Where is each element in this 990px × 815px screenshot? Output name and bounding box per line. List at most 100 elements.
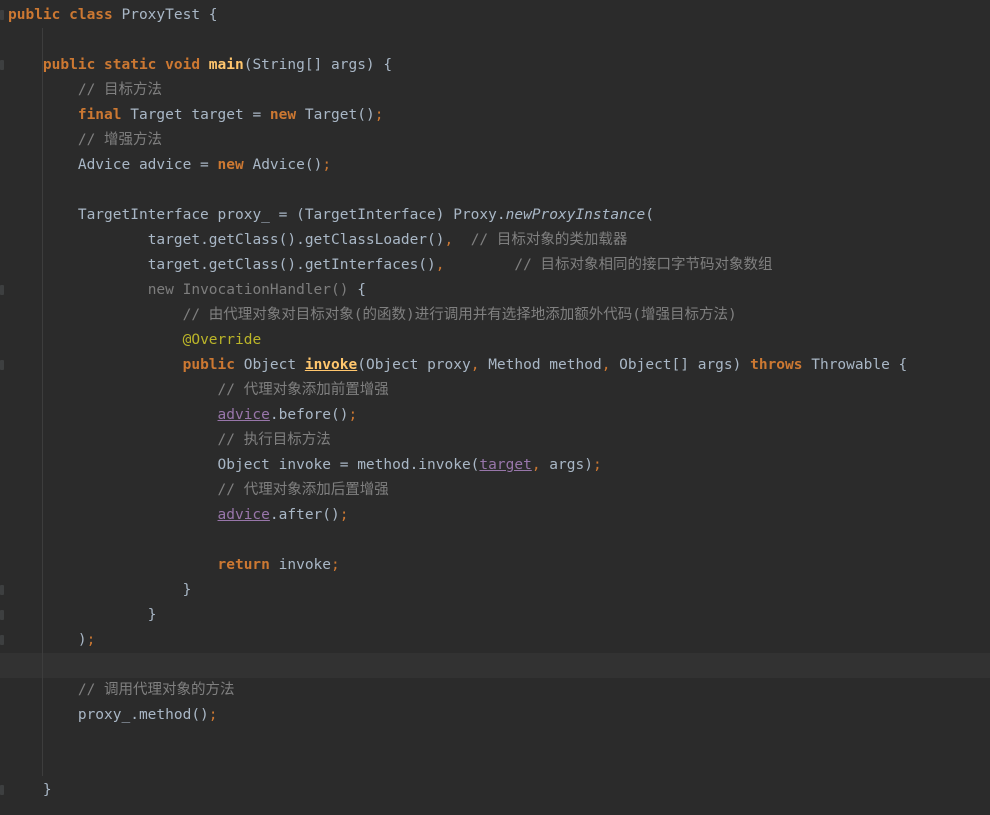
code-line[interactable]: Object invoke = method.invoke(target, ar…	[8, 453, 990, 478]
code-token-com: // 调用代理对象的方法	[77, 682, 235, 698]
code-line[interactable]: // 调用代理对象的方法	[8, 678, 990, 703]
code-line[interactable]: public class ProxyTest {	[8, 3, 990, 28]
code-token-def: Target target =	[121, 107, 270, 123]
code-token-def	[445, 257, 515, 273]
code-token-def: }	[182, 582, 192, 598]
code-line[interactable]: // 代理对象添加前置增强	[8, 378, 990, 403]
code-token-com: // 代理对象添加前置增强	[217, 382, 389, 398]
code-token-semi: ;	[208, 707, 218, 723]
code-token-def: }	[42, 782, 52, 798]
code-line[interactable]: return invoke;	[8, 553, 990, 578]
code-line[interactable]: @Override	[8, 328, 990, 353]
code-token-def: ProxyTest {	[112, 7, 218, 23]
code-token-key: final	[77, 107, 122, 123]
line-number-fragment	[0, 285, 4, 295]
code-line[interactable]: // 增强方法	[8, 128, 990, 153]
code-token-def: (	[645, 207, 655, 223]
code-line[interactable]: final Target target = new Target();	[8, 103, 990, 128]
code-line[interactable]: );	[8, 628, 990, 653]
code-line[interactable]: // 目标方法	[8, 78, 990, 103]
code-line[interactable]: public Object invoke(Object proxy, Metho…	[8, 353, 990, 378]
code-token-semi: ,	[435, 257, 445, 273]
code-token-semi: ;	[86, 632, 96, 648]
code-editor[interactable]: public class ProxyTest { public static v…	[0, 0, 990, 815]
line-number-fragment	[0, 635, 4, 645]
code-token-key: new	[217, 157, 244, 173]
code-token-def: (String[] args) {	[243, 57, 393, 73]
code-token-semi: ;	[374, 107, 384, 123]
code-line[interactable]: advice.after();	[8, 503, 990, 528]
code-token-key: throws	[750, 357, 803, 373]
code-line[interactable]: }	[8, 778, 990, 803]
line-number-fragment	[0, 10, 4, 20]
line-number-fragment	[0, 360, 4, 370]
code-token-def: target.getClass().getInterfaces()	[147, 257, 436, 273]
code-line[interactable]: new InvocationHandler() {	[8, 278, 990, 303]
line-number-fragment	[0, 785, 4, 795]
code-line[interactable]: target.getClass().getClassLoader(), // 目…	[8, 228, 990, 253]
code-token-def: args)	[540, 457, 593, 473]
code-token-semi: ;	[331, 557, 340, 573]
code-token-semi: ;	[348, 407, 358, 423]
code-token-def: }	[147, 607, 157, 623]
code-token-key: public class	[8, 7, 113, 23]
code-token-def: Throwable {	[802, 357, 908, 373]
code-token-def: target.getClass().getClassLoader()	[147, 232, 445, 248]
code-token-methu: invoke	[304, 357, 358, 373]
code-token-semi: ,	[444, 232, 454, 248]
code-token-com: // 增强方法	[77, 132, 163, 148]
code-token-com: // 由代理对象对目标对象(的函数)进行调用并有选择地添加额外代码(增强目标方法…	[182, 307, 737, 323]
code-token-cap: advice	[217, 507, 270, 523]
code-token-def: (Object proxy	[357, 357, 471, 373]
code-token-def: Advice advice =	[77, 157, 218, 173]
code-token-def	[453, 232, 470, 248]
code-line[interactable]: Advice advice = new Advice();	[8, 153, 990, 178]
code-token-cap: advice	[217, 407, 270, 423]
code-token-def: .after()	[269, 507, 340, 523]
code-line[interactable]: // 执行目标方法	[8, 428, 990, 453]
line-number-fragment	[0, 610, 4, 620]
code-line[interactable]: advice.before();	[8, 403, 990, 428]
caret-line-highlight	[0, 653, 990, 678]
code-token-key: return	[217, 557, 270, 573]
code-token-def: Target()	[296, 107, 375, 123]
code-line[interactable]: // 由代理对象对目标对象(的函数)进行调用并有选择地添加额外代码(增强目标方法…	[8, 303, 990, 328]
code-token-def: Object invoke = method.invoke(	[217, 457, 480, 473]
code-token-dim: new InvocationHandler()	[147, 282, 349, 298]
code-line[interactable]: }	[8, 603, 990, 628]
code-token-def: Object	[235, 357, 305, 373]
code-line[interactable]: proxy_.method();	[8, 703, 990, 728]
code-token-anno: @Override	[182, 332, 262, 348]
code-token-def: proxy_.method()	[77, 707, 209, 723]
line-number-fragment	[0, 585, 4, 595]
code-token-semi: ;	[592, 457, 602, 473]
code-token-def: TargetInterface proxy_ = (TargetInterfac…	[77, 207, 506, 223]
code-token-def: Advice()	[243, 157, 323, 173]
code-token-def: Method method	[479, 357, 602, 373]
code-token-stat: newProxyInstance	[505, 207, 646, 223]
code-token-com: // 执行目标方法	[217, 432, 331, 448]
code-line[interactable]: public static void main(String[] args) {	[8, 53, 990, 78]
code-line[interactable]: target.getClass().getInterfaces(), // 目标…	[8, 253, 990, 278]
code-token-semi: ;	[339, 507, 349, 523]
line-number-fragment	[0, 60, 4, 70]
code-token-def: Object[] args)	[610, 357, 751, 373]
code-token-semi: ,	[531, 457, 541, 473]
code-token-com: // 目标方法	[77, 82, 163, 98]
code-line[interactable]: }	[8, 578, 990, 603]
code-token-def: .before()	[269, 407, 349, 423]
code-token-semi: ;	[322, 157, 332, 173]
code-token-com: // 目标对象相同的接口字节码对象数组	[514, 257, 773, 273]
code-token-def	[200, 57, 209, 73]
code-token-def: )	[77, 632, 87, 648]
code-token-def: invoke	[269, 557, 332, 573]
code-token-key: public	[182, 357, 235, 373]
code-token-cap: target	[479, 457, 532, 473]
code-line[interactable]: TargetInterface proxy_ = (TargetInterfac…	[8, 203, 990, 228]
code-line[interactable]: // 代理对象添加后置增强	[8, 478, 990, 503]
code-token-key: new	[269, 107, 297, 123]
code-token-def: {	[348, 282, 366, 298]
code-token-com: // 目标对象的类加载器	[470, 232, 628, 248]
code-token-meth: main	[208, 57, 244, 73]
code-token-key: public static void	[42, 57, 201, 73]
